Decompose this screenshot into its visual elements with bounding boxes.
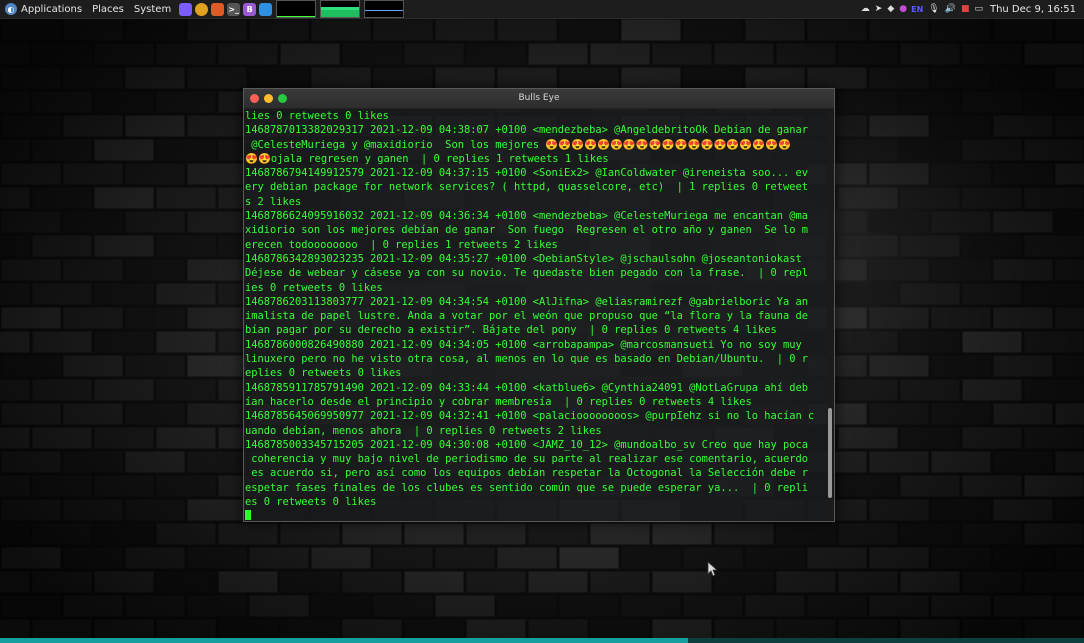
system-tray: ☁ ➤ ◆ ● EN 🎙 🔊 ■ ▭ Thu Dec 9, 16:51 [856, 0, 1084, 18]
terminal-line: bían pagar por su derecho a existir”. Bá… [245, 324, 777, 337]
top-panel: ◐ Applications Places System >_ B ☁ ➤ ◆ ●… [0, 0, 1084, 19]
terminal-line: 1468786000826490880 2021-12-09 04:34:05 … [245, 338, 802, 351]
terminal-line: 1468786203113803777 2021-12-09 04:34:54 … [245, 295, 809, 308]
terminal-line: es acuerdo si, pero así como los equipos… [245, 467, 809, 480]
app-icon-violet[interactable] [179, 2, 193, 16]
applications-menu-label: Applications [21, 3, 83, 15]
notification-icon[interactable]: ■ [961, 0, 970, 18]
terminal-line: s 2 likes [245, 195, 302, 208]
dropbox-icon[interactable]: ◆ [887, 0, 894, 18]
scrollbar-thumb[interactable] [828, 408, 832, 498]
terminal-prompt-line[interactable] [245, 509, 825, 520]
terminal-line: @CelesteMuriega y @maxidiorio Son los me… [245, 138, 792, 151]
terminal-line: xidiorio son los mejores debían de ganar… [245, 224, 809, 237]
terminal-line: espetar fases finales de los clubes es s… [245, 481, 809, 494]
panel-clock[interactable]: Thu Dec 9, 16:51 [990, 4, 1076, 15]
minimize-window-button[interactable] [264, 94, 273, 103]
microphone-icon[interactable]: 🎙 [928, 0, 939, 18]
display-icon[interactable]: ▭ [974, 0, 983, 18]
telegram-icon[interactable]: ➤ [875, 0, 883, 18]
window-titlebar[interactable]: Bulls Eye [244, 89, 834, 109]
terminal-line: imalista de papel lustre. Anda a votar p… [245, 310, 809, 323]
terminal-line: uando debían, menos ahora | 0 replies 0 … [245, 424, 602, 437]
brave-icon[interactable] [211, 2, 225, 16]
network-icon[interactable]: ☁ [861, 0, 870, 18]
terminal-line: 1468785911785791490 2021-12-09 04:33:44 … [245, 381, 809, 394]
terminal-icon[interactable]: >_ [227, 2, 241, 16]
applications-menu[interactable]: ◐ Applications [0, 0, 87, 18]
terminal-line: lies 0 retweets 0 likes [245, 110, 389, 122]
terminal-line: erecen todoooooooo | 0 replies 1 retweet… [245, 238, 558, 251]
terminal-line: es 0 retweets 0 likes [245, 496, 377, 509]
terminal-scrollbar[interactable] [827, 109, 833, 520]
terminal-line: ery debian package for network services?… [245, 181, 809, 194]
bottom-panel [0, 638, 1084, 643]
network-monitor-widget[interactable] [364, 0, 405, 18]
system-menu[interactable]: System [129, 0, 176, 18]
close-window-button[interactable] [250, 94, 259, 103]
memory-monitor-widget[interactable] [320, 0, 361, 18]
terminal-line: 😍😍ojala regresen y ganen | 0 replies 1 r… [245, 152, 609, 165]
terminal-line: 1468786624095916032 2021-12-09 04:36:34 … [245, 210, 809, 223]
maximize-window-button[interactable] [278, 94, 287, 103]
terminal-line: ían hacerlo desde el principio y cobrar … [245, 395, 752, 408]
taskbar-active-window[interactable] [0, 638, 688, 643]
cpu-monitor-widget[interactable] [276, 0, 317, 18]
terminal-cursor [245, 510, 251, 520]
window-icon[interactable] [259, 2, 273, 16]
mouse-pointer-icon [707, 561, 719, 577]
terminal-line: eplies 0 retweets 0 likes [245, 367, 402, 380]
terminal-line: 1468785003345715205 2021-12-09 04:30:08 … [245, 438, 809, 451]
system-menu-label: System [133, 3, 172, 15]
terminal-line: 1468787013382029317 2021-12-09 04:38:07 … [245, 124, 809, 137]
terminal-line: Déjese de webear y cásese ya con su novi… [245, 267, 809, 280]
launcher-bar: >_ B [176, 2, 273, 16]
distro-logo-icon: ◐ [5, 3, 17, 15]
window-title: Bulls Eye [518, 93, 560, 103]
terminal-line: 1468786342893023235 2021-12-09 04:35:27 … [245, 252, 802, 265]
terminal-line: linuxero pero no he visto otra cosa, al … [245, 353, 809, 366]
terminal-line: 1468785645069950977 2021-12-09 04:32:41 … [245, 410, 815, 423]
places-menu[interactable]: Places [87, 0, 129, 18]
app-indicator-icon[interactable]: ● [899, 0, 907, 18]
terminal-window[interactable]: Bulls Eye lies 0 retweets 0 likes 1468787… [243, 88, 835, 522]
app-icon-b[interactable]: B [243, 2, 257, 16]
terminal-line: ies 0 retweets 0 likes [245, 281, 383, 294]
chrome-icon[interactable] [195, 2, 209, 16]
terminal-line: 1468786794149912579 2021-12-09 04:37:15 … [245, 167, 809, 180]
places-menu-label: Places [92, 3, 124, 15]
terminal-output[interactable]: lies 0 retweets 0 likes 14687870133820293… [245, 109, 825, 520]
keyboard-layout-indicator[interactable]: EN [911, 5, 923, 14]
terminal-line: coherencia y muy bajo nivel de periodism… [245, 453, 809, 466]
volume-icon[interactable]: 🔊 [945, 0, 956, 18]
